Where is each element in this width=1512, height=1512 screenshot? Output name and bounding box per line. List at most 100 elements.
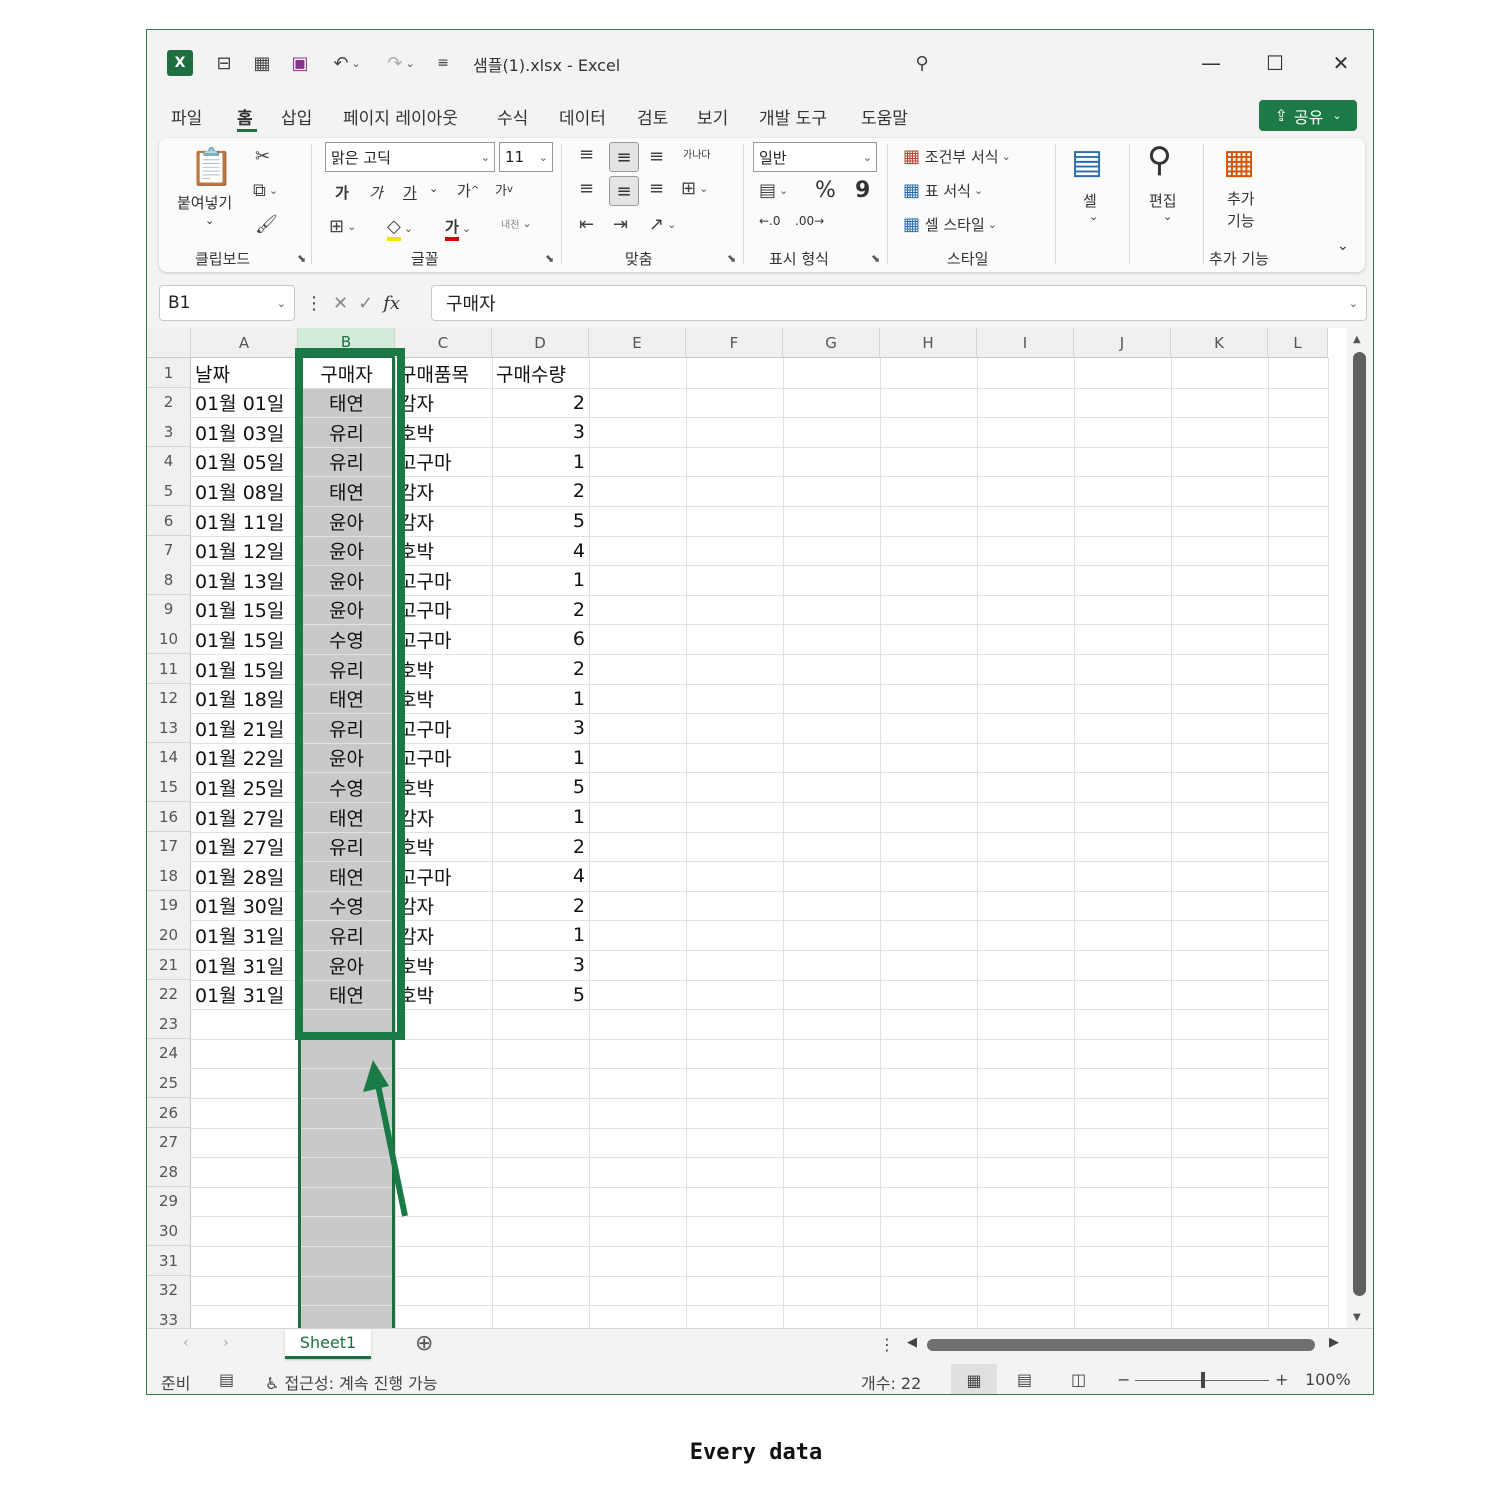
increase-indent-icon[interactable]: ⇥ bbox=[613, 214, 628, 235]
cell-d16[interactable]: 1 bbox=[492, 802, 589, 832]
column-header-e[interactable]: E bbox=[589, 328, 686, 358]
row-header[interactable]: 19 bbox=[147, 890, 191, 921]
cell-a21[interactable]: 01월 31일 bbox=[191, 950, 298, 980]
row-header[interactable]: 20 bbox=[147, 920, 191, 951]
close-button[interactable]: ✕ bbox=[1311, 44, 1371, 82]
form-icon[interactable]: ▦ bbox=[249, 50, 275, 76]
row-header[interactable]: 12 bbox=[147, 683, 191, 714]
cell-a11[interactable]: 01월 15일 bbox=[191, 654, 298, 684]
cell-d9[interactable]: 2 bbox=[492, 595, 589, 625]
cell-d3[interactable]: 3 bbox=[492, 417, 589, 447]
font-color-icon[interactable]: 가 ⌄ bbox=[445, 216, 471, 241]
row-header[interactable]: 4 bbox=[147, 446, 191, 477]
cell-a20[interactable]: 01월 31일 bbox=[191, 920, 298, 950]
align-right-icon[interactable]: ≡ bbox=[649, 178, 664, 199]
row-header[interactable]: 15 bbox=[147, 772, 191, 803]
cell-a17[interactable]: 01월 27일 bbox=[191, 832, 298, 862]
conditional-formatting-button[interactable]: ▦ 조건부 서식 ⌄ bbox=[903, 146, 1011, 167]
row-header[interactable]: 5 bbox=[147, 476, 191, 507]
row-header[interactable]: 25 bbox=[147, 1068, 191, 1099]
cell-a10[interactable]: 01월 15일 bbox=[191, 624, 298, 654]
cell-a8[interactable]: 01월 13일 bbox=[191, 565, 298, 595]
tab-page-layout[interactable]: 페이지 레이아웃 bbox=[343, 104, 458, 129]
merge-center-icon[interactable]: ⊞ ⌄ bbox=[681, 178, 708, 199]
cell-d6[interactable]: 5 bbox=[492, 506, 589, 536]
vertical-scroll-thumb[interactable] bbox=[1353, 352, 1366, 1296]
phonetic-icon[interactable]: 내천 ⌄ bbox=[501, 216, 532, 231]
zoom-level[interactable]: 100% bbox=[1305, 1370, 1351, 1389]
row-header[interactable]: 3 bbox=[147, 417, 191, 448]
percent-style-button[interactable]: % bbox=[815, 178, 836, 203]
row-header[interactable]: 6 bbox=[147, 506, 191, 536]
orientation-icon[interactable]: ↗ ⌄ bbox=[649, 214, 676, 235]
format-as-table-button[interactable]: ▦ 표 서식 ⌄ bbox=[903, 180, 983, 201]
cell-c3[interactable]: 호박 bbox=[395, 417, 492, 447]
enter-icon[interactable]: ✓ bbox=[358, 293, 373, 314]
cell-c1[interactable]: 구매품목 bbox=[395, 358, 492, 388]
dialog-launcher-icon[interactable]: ⬊ bbox=[297, 252, 306, 265]
cell-a18[interactable]: 01월 28일 bbox=[191, 861, 298, 891]
row-header[interactable]: 24 bbox=[147, 1038, 191, 1069]
find-icon[interactable]: ⚲ bbox=[1147, 140, 1172, 180]
customize-qat-icon[interactable]: ≡ bbox=[433, 50, 453, 76]
redo-icon[interactable]: ↷ ⌄ bbox=[381, 50, 421, 76]
cell-a22[interactable]: 01월 31일 bbox=[191, 980, 298, 1010]
cell-c10[interactable]: 고구마 bbox=[395, 624, 492, 654]
dialog-launcher-icon[interactable]: ⬊ bbox=[727, 252, 736, 265]
cell-a1[interactable]: 날짜 bbox=[191, 358, 298, 388]
number-format-select[interactable]: 일반 ⌄ bbox=[753, 142, 877, 172]
scroll-down-icon[interactable]: ▼ bbox=[1353, 1312, 1361, 1323]
prev-sheet-icon[interactable]: ‹ bbox=[183, 1335, 189, 1351]
italic-button[interactable]: 가 bbox=[369, 182, 383, 203]
row-header[interactable]: 14 bbox=[147, 742, 191, 773]
cell-a19[interactable]: 01월 30일 bbox=[191, 891, 298, 921]
minimize-button[interactable]: — bbox=[1181, 44, 1241, 82]
column-header-f[interactable]: F bbox=[686, 328, 783, 358]
cell-c20[interactable]: 감자 bbox=[395, 920, 492, 950]
chevron-down-icon[interactable]: ⌄ bbox=[1163, 210, 1172, 223]
zoom-slider-thumb[interactable] bbox=[1201, 1372, 1205, 1388]
column-header-d[interactable]: D bbox=[492, 328, 589, 358]
cell-a5[interactable]: 01월 08일 bbox=[191, 476, 298, 506]
column-header-h[interactable]: H bbox=[880, 328, 977, 358]
name-box[interactable]: B1 ⌄ bbox=[159, 285, 295, 321]
addins-icon[interactable]: ▦ bbox=[1223, 142, 1255, 182]
row-header[interactable]: 27 bbox=[147, 1127, 191, 1158]
editing-label[interactable]: 편집 bbox=[1149, 190, 1177, 211]
row-header[interactable]: 23 bbox=[147, 1009, 191, 1040]
cell-d4[interactable]: 1 bbox=[492, 447, 589, 477]
cell-a12[interactable]: 01월 18일 bbox=[191, 684, 298, 714]
tab-view[interactable]: 보기 bbox=[697, 104, 728, 129]
tab-data[interactable]: 데이터 bbox=[559, 104, 606, 129]
row-header[interactable]: 26 bbox=[147, 1098, 191, 1128]
cells-label[interactable]: 셀 bbox=[1083, 190, 1097, 211]
align-top-icon[interactable]: ≡ bbox=[579, 144, 594, 165]
row-header[interactable]: 33 bbox=[147, 1305, 191, 1328]
chevron-down-icon[interactable]: ⌄ bbox=[429, 182, 438, 195]
tab-file[interactable]: 파일 bbox=[171, 104, 202, 129]
search-icon[interactable]: ⚲ bbox=[909, 50, 935, 76]
align-center-icon[interactable]: ≡ bbox=[609, 176, 639, 206]
row-header[interactable]: 1 bbox=[147, 358, 191, 388]
align-left-icon[interactable]: ≡ bbox=[579, 178, 594, 199]
cell-d22[interactable]: 5 bbox=[492, 980, 589, 1010]
add-sheet-icon[interactable]: ⊕ bbox=[415, 1331, 433, 1356]
cell-c9[interactable]: 고구마 bbox=[395, 595, 492, 625]
next-sheet-icon[interactable]: › bbox=[223, 1335, 229, 1351]
cell-a9[interactable]: 01월 15일 bbox=[191, 595, 298, 625]
cell-c7[interactable]: 호박 bbox=[395, 536, 492, 566]
collapse-ribbon-icon[interactable]: ⌄ bbox=[1337, 238, 1349, 254]
cell-c18[interactable]: 고구마 bbox=[395, 861, 492, 891]
row-header[interactable]: 22 bbox=[147, 979, 191, 1010]
cell-d12[interactable]: 1 bbox=[492, 684, 589, 714]
scroll-right-icon[interactable]: ▶ bbox=[1329, 1335, 1339, 1350]
borders-icon[interactable]: ⊞ ⌄ bbox=[329, 216, 356, 237]
cell-d15[interactable]: 5 bbox=[492, 772, 589, 802]
cell-d18[interactable]: 4 bbox=[492, 861, 589, 891]
cell-a3[interactable]: 01월 03일 bbox=[191, 417, 298, 447]
row-header[interactable]: 9 bbox=[147, 594, 191, 625]
page-break-view-icon[interactable]: ◫ bbox=[1071, 1370, 1086, 1389]
chevron-down-icon[interactable]: ⌄ bbox=[205, 214, 214, 227]
row-header[interactable]: 30 bbox=[147, 1216, 191, 1247]
row-header[interactable]: 11 bbox=[147, 654, 191, 684]
